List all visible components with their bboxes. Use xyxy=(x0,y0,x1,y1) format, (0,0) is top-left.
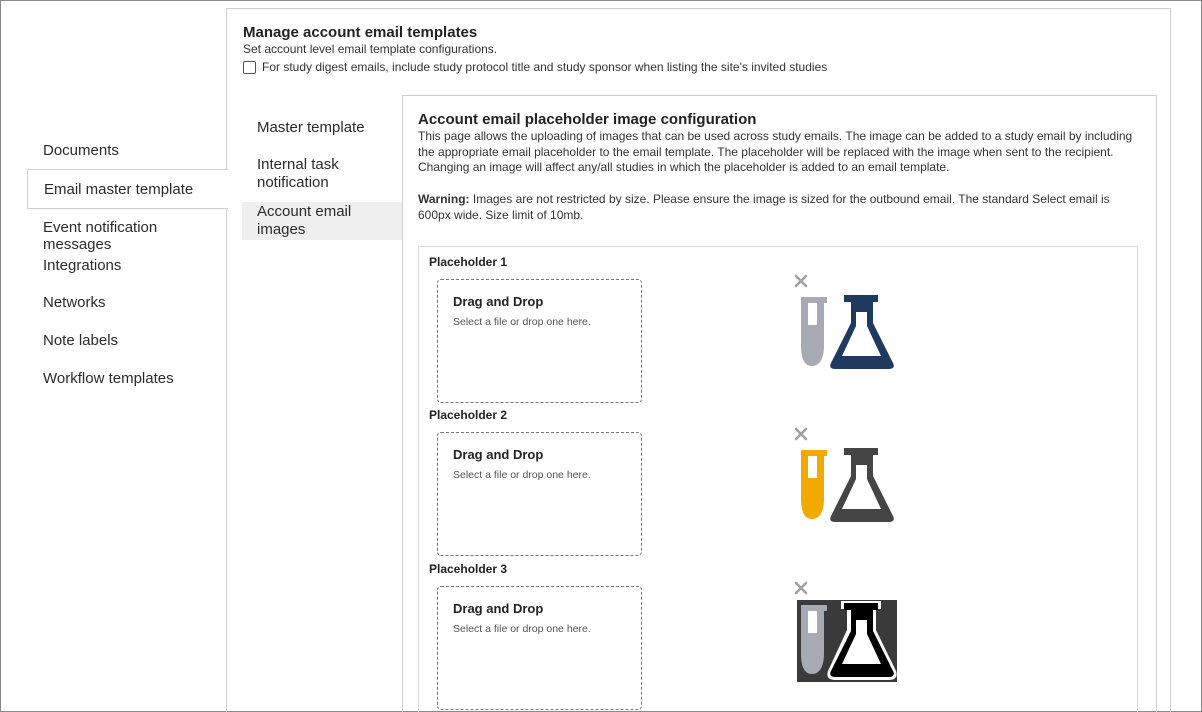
preview-image-3 xyxy=(797,600,897,682)
nav-item-event-notification-messages[interactable]: Event notification messages xyxy=(27,219,227,253)
dropzone-placeholder-1[interactable]: Drag and Drop Select a file or drop one … xyxy=(437,279,642,403)
size-warning: Warning: Images are not restricted by si… xyxy=(418,192,1143,223)
main-panel: Manage account email templates Set accou… xyxy=(226,8,1171,712)
digest-checkbox-label[interactable]: For study digest emails, include study p… xyxy=(262,60,827,74)
dropzone-title: Drag and Drop xyxy=(453,447,544,462)
content-description: This page allows the uploading of images… xyxy=(418,129,1133,174)
tab-internal-task-notification[interactable]: Internal task notification xyxy=(242,156,352,192)
dropzone-title: Drag and Drop xyxy=(453,601,544,616)
placeholder-label: Placeholder 2 xyxy=(429,408,508,422)
placeholders-list: Placeholder 1 Drag and Drop Select a fil… xyxy=(418,246,1138,712)
preview-image-1 xyxy=(801,293,897,372)
remove-image-1-icon[interactable] xyxy=(794,274,808,288)
dropzone-placeholder-3[interactable]: Drag and Drop Select a file or drop one … xyxy=(437,586,642,710)
warning-text: Images are not restricted by size. Pleas… xyxy=(418,192,1110,222)
account-email-images-panel: Account email placeholder image configur… xyxy=(402,95,1157,712)
remove-image-2-icon[interactable] xyxy=(794,427,808,441)
warning-label: Warning: xyxy=(418,192,470,206)
nav-item-workflow-templates[interactable]: Workflow templates xyxy=(27,370,227,387)
dropzone-hint: Select a file or drop one here. xyxy=(453,316,591,328)
content-title: Account email placeholder image configur… xyxy=(418,111,757,128)
nav-item-networks[interactable]: Networks xyxy=(27,294,227,311)
tab-account-email-images[interactable]: Account email images xyxy=(242,202,402,240)
dropzone-hint: Select a file or drop one here. xyxy=(453,469,591,481)
page-subtitle: Set account level email template configu… xyxy=(243,42,498,56)
digest-option-row: For study digest emails, include study p… xyxy=(243,59,827,74)
preview-image-2 xyxy=(801,446,897,525)
page-title: Manage account email templates xyxy=(243,24,478,41)
placeholder-label: Placeholder 3 xyxy=(429,562,508,576)
nav-item-integrations[interactable]: Integrations xyxy=(27,257,227,274)
placeholder-label: Placeholder 1 xyxy=(429,255,508,269)
nav-item-email-master-template[interactable]: Email master template xyxy=(27,169,228,209)
dropzone-hint: Select a file or drop one here. xyxy=(453,623,591,635)
dropzone-title: Drag and Drop xyxy=(453,294,544,309)
nav-item-note-labels[interactable]: Note labels xyxy=(27,332,227,349)
tab-master-template[interactable]: Master template xyxy=(242,119,402,137)
dropzone-placeholder-2[interactable]: Drag and Drop Select a file or drop one … xyxy=(437,432,642,556)
nav-item-documents[interactable]: Documents xyxy=(27,142,227,159)
remove-image-3-icon[interactable] xyxy=(794,581,808,595)
digest-checkbox[interactable] xyxy=(243,61,256,74)
